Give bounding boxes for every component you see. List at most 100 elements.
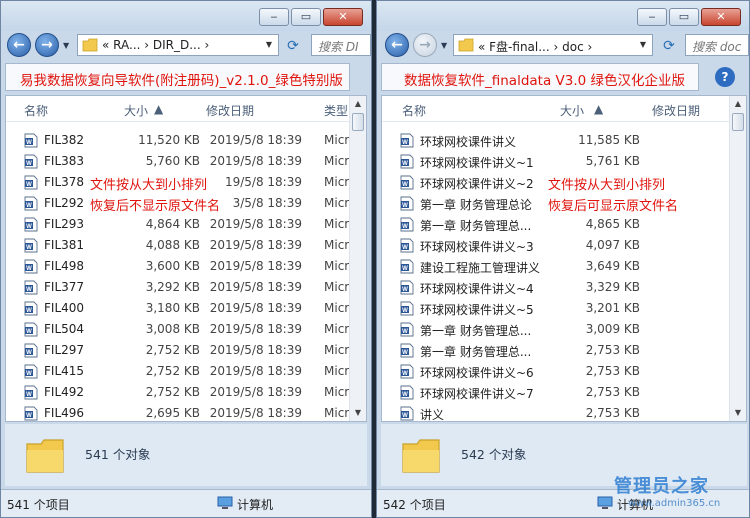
file-size: 3,292 KB xyxy=(145,280,200,294)
file-size: 4,088 KB xyxy=(145,238,200,252)
forward-button[interactable]: → xyxy=(35,33,59,57)
close-button[interactable]: ✕ xyxy=(323,8,363,26)
word-doc-icon: W xyxy=(400,406,414,421)
file-type: Micr xyxy=(324,280,350,294)
svg-text:W: W xyxy=(26,392,32,398)
refresh-button[interactable]: ⟳ xyxy=(659,36,679,56)
file-list[interactable]: 名称 大小 ▲ 修改日期 W 环球网校课件讲义 11,585 KB W 环球网校课件讲义… xyxy=(381,95,747,422)
address-bar[interactable]: « F盘-final... › doc › ▼ xyxy=(453,34,653,56)
file-list[interactable]: 名称 大小 ▲ 修改日期 类型 W FIL382 11,520 KB 2019/5/8… xyxy=(5,95,367,422)
minimize-icon: ‒ xyxy=(270,10,278,23)
table-row[interactable]: W FIL492 2,752 KB 2019/5/8 18:39 Micr xyxy=(6,382,349,403)
chevron-down-icon[interactable]: ▼ xyxy=(636,37,650,53)
help-button[interactable]: ? xyxy=(715,67,735,87)
scroll-up-icon[interactable]: ▲ xyxy=(730,96,746,112)
maximize-button[interactable]: ▭ xyxy=(669,8,699,26)
table-row[interactable]: W FIL504 3,008 KB 2019/5/8 18:39 Micr xyxy=(6,319,349,340)
table-row[interactable]: W 环球网校课件讲义~7 2,753 KB xyxy=(382,382,728,403)
history-dropdown-icon[interactable]: ▼ xyxy=(441,41,447,50)
scroll-up-icon[interactable]: ▲ xyxy=(350,96,366,112)
file-name: 环球网校课件讲义~5 xyxy=(420,303,534,317)
file-name: FIL378 xyxy=(44,175,85,189)
svg-text:W: W xyxy=(26,308,32,314)
svg-text:W: W xyxy=(402,245,408,251)
table-row[interactable]: W FIL400 3,180 KB 2019/5/8 18:39 Micr xyxy=(6,298,349,319)
word-doc-icon: W xyxy=(400,217,414,232)
table-row[interactable]: W FIL498 3,600 KB 2019/5/8 18:39 Micr xyxy=(6,256,349,277)
table-row[interactable]: W 环球网校课件讲义~3 4,097 KB xyxy=(382,235,728,256)
address-bar[interactable]: « RA... › DIR_D... › ▼ xyxy=(77,34,279,56)
title-bar[interactable]: ‒ ▭ ✕ xyxy=(377,1,749,31)
file-name: FIL496 xyxy=(44,406,85,420)
banner-title: 易我数据恢复向导软件(附注册码)_v2.1.0_绿色特别版 xyxy=(20,73,343,89)
file-date: 2019/5/8 18:39 xyxy=(209,280,302,294)
table-row[interactable]: W FIL377 3,292 KB 2019/5/8 18:39 Micr xyxy=(6,277,350,298)
table-row[interactable]: W 环球网校课件讲义~4 3,329 KB xyxy=(382,277,728,298)
annotation-no-filename: 恢复后不显示原文件名 xyxy=(90,199,221,214)
word-doc-icon: W xyxy=(400,385,414,400)
title-bar[interactable]: ‒ ▭ ✕ xyxy=(1,1,371,31)
table-row[interactable]: W FIL415 2,752 KB 2019/5/8 18:39 Micr xyxy=(6,361,349,382)
table-row[interactable]: W 第一章 财务管理总... 3,009 KB xyxy=(382,319,728,340)
table-row[interactable]: W 第一章 财务管理总... 4,865 KB xyxy=(382,214,728,235)
table-row[interactable]: W 讲义 2,753 KB xyxy=(382,403,728,421)
scroll-down-icon[interactable]: ▼ xyxy=(730,405,746,421)
table-row[interactable]: W FIL382 11,520 KB 2019/5/8 18:39 Micr xyxy=(6,130,349,151)
file-name: 环球网校课件讲义 xyxy=(420,135,517,149)
column-header-name[interactable]: 名称 xyxy=(24,102,48,119)
forward-arrow-icon: → xyxy=(41,37,53,53)
word-doc-icon: W xyxy=(400,343,414,358)
scroll-thumb[interactable] xyxy=(352,113,364,131)
vertical-scrollbar[interactable]: ▲ ▼ xyxy=(729,96,746,421)
table-row[interactable]: W FIL381 4,088 KB 2019/5/8 18:39 Micr xyxy=(6,235,349,256)
file-name: 第一章 财务管理总论 xyxy=(420,198,532,212)
table-row[interactable]: W FIL496 2,695 KB 2019/5/8 18:39 Micr xyxy=(6,403,349,421)
file-name: FIL377 xyxy=(44,280,85,294)
column-header-date[interactable]: 修改日期 xyxy=(652,102,700,119)
column-header-size[interactable]: 大小 xyxy=(560,102,584,119)
refresh-icon: ⟳ xyxy=(287,38,299,54)
file-date: 2019/5/8 18:39 xyxy=(209,259,302,273)
file-size: 2,753 KB xyxy=(585,406,640,420)
table-row[interactable]: W FIL383 5,760 KB 2019/5/8 18:39 Micr xyxy=(6,151,349,172)
table-row[interactable]: W FIL293 4,864 KB 2019/5/8 18:39 Micr xyxy=(6,214,349,235)
back-arrow-icon: ← xyxy=(391,37,403,53)
scroll-down-icon[interactable]: ▼ xyxy=(350,405,366,421)
details-pane: 541 个对象 xyxy=(5,424,367,486)
navigation-bar: ← → ▼ « RA... › DIR_D... › ▼ ⟳ 搜索 DI xyxy=(1,31,371,61)
table-row[interactable]: W 环球网校课件讲义~6 2,753 KB xyxy=(382,361,728,382)
minimize-button[interactable]: ‒ xyxy=(259,8,289,26)
table-row[interactable]: W 第一章 财务管理总... 2,753 KB xyxy=(382,340,728,361)
close-button[interactable]: ✕ xyxy=(701,8,741,26)
svg-text:W: W xyxy=(402,182,408,188)
maximize-button[interactable]: ▭ xyxy=(291,8,321,26)
minimize-button[interactable]: ‒ xyxy=(637,8,667,26)
scroll-thumb[interactable] xyxy=(732,113,744,131)
svg-text:W: W xyxy=(402,392,408,398)
annotation-filename-shown: 恢复后可显示原文件名 xyxy=(548,199,679,214)
svg-text:W: W xyxy=(26,182,32,188)
back-button[interactable]: ← xyxy=(385,33,409,57)
table-row[interactable]: W FIL297 2,752 KB 2019/5/8 18:39 Micr xyxy=(6,340,349,361)
word-doc-icon: W xyxy=(24,175,38,190)
table-row[interactable]: W 环球网校课件讲义 11,585 KB xyxy=(382,130,728,151)
forward-button[interactable]: → xyxy=(413,33,437,57)
column-header-name[interactable]: 名称 xyxy=(402,102,426,119)
refresh-button[interactable]: ⟳ xyxy=(283,36,303,56)
column-header-size[interactable]: 大小 xyxy=(124,102,148,119)
file-name: 环球网校课件讲义~1 xyxy=(420,156,534,170)
search-input[interactable]: 搜索 doc xyxy=(685,34,749,56)
column-header-type[interactable]: 类型 xyxy=(324,102,348,119)
table-row[interactable]: W 环球网校课件讲义~5 3,201 KB xyxy=(382,298,728,319)
history-dropdown-icon[interactable]: ▼ xyxy=(63,41,69,50)
back-button[interactable]: ← xyxy=(7,33,31,57)
svg-text:W: W xyxy=(26,266,32,272)
table-row[interactable]: W 环球网校课件讲义~1 5,761 KB xyxy=(382,151,728,172)
vertical-scrollbar[interactable]: ▲ ▼ xyxy=(349,96,366,421)
search-input[interactable]: 搜索 DI xyxy=(311,34,371,56)
maximize-icon: ▭ xyxy=(300,10,312,23)
table-row[interactable]: W 建设工程施工管理讲义 3,649 KB xyxy=(382,256,728,277)
chevron-down-icon[interactable]: ▼ xyxy=(262,37,276,53)
column-header-date[interactable]: 修改日期 xyxy=(206,102,254,119)
svg-text:W: W xyxy=(402,140,408,146)
